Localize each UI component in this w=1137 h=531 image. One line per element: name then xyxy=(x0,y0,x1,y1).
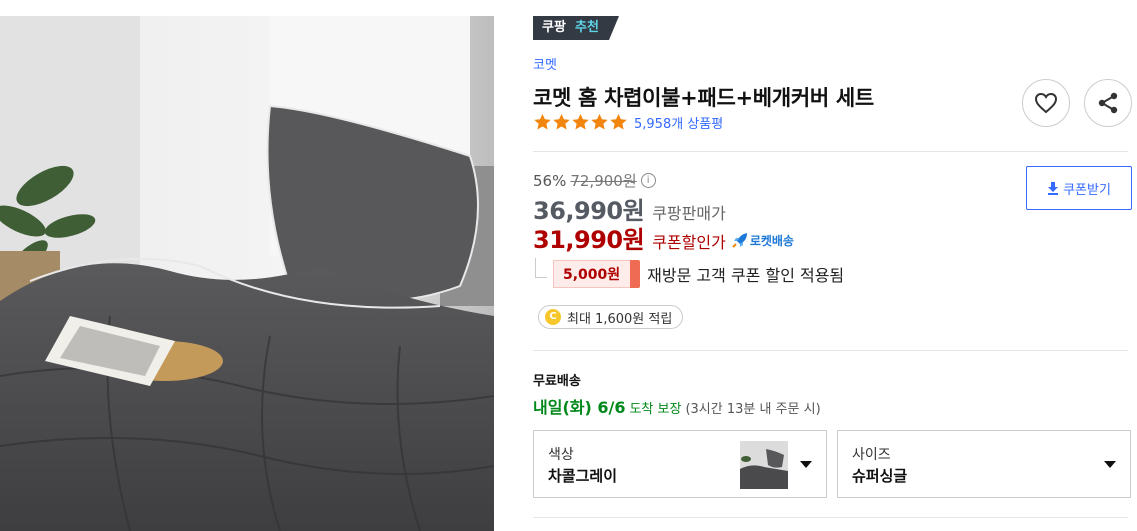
delivery-estimate: 내일(화) 6/6 도착 보장 (3시간 13분 내 주문 시) xyxy=(533,394,821,418)
original-price: 72,900원 xyxy=(570,172,637,190)
coupon-button-label: 쿠폰받기 xyxy=(1063,182,1111,198)
discount-row: 56% 72,900원 i xyxy=(533,170,656,191)
wishlist-button[interactable] xyxy=(1022,79,1070,127)
rocket-delivery-label: 로켓배송 xyxy=(749,233,794,248)
star-rating xyxy=(533,113,628,131)
badge-text-coupang: 쿠팡 xyxy=(542,20,566,35)
color-option-select[interactable]: 색상 차콜그레이 xyxy=(533,430,827,498)
divider xyxy=(533,517,1128,518)
arrival-guarantee: 도착 보장 xyxy=(629,402,682,417)
share-icon xyxy=(1098,92,1118,114)
coupon-price: 31,990원 xyxy=(533,226,645,254)
coupon-price-row: 31,990원 쿠폰할인가 로켓배송 xyxy=(533,220,794,255)
star-icon xyxy=(553,113,570,130)
product-title: 코멧 홈 차렵이불+패드+베개커버 세트 xyxy=(533,86,874,110)
color-option-label: 색상 xyxy=(548,447,574,463)
product-info-panel: 쿠팡 추천 코멧 코멧 홈 차렵이불+패드+베개커버 세트 5,958개 상품평… xyxy=(533,0,1133,531)
size-option-value: 슈퍼싱글 xyxy=(852,467,908,485)
review-count-link[interactable]: 5,958개 상품평 xyxy=(634,113,723,132)
revisit-coupon-row: 5,000원 재방문 고객 쿠폰 할인 적용됨 xyxy=(533,258,844,290)
product-image[interactable] xyxy=(0,16,494,531)
size-option-label: 사이즈 xyxy=(852,447,891,463)
badge-text-recommend: 추천 xyxy=(575,20,599,35)
brand-link[interactable]: 코멧 xyxy=(533,54,557,73)
elbow-connector xyxy=(535,258,547,278)
delivery-day: 내일(화) 6/6 xyxy=(533,398,626,417)
heart-icon xyxy=(1034,92,1058,114)
rocket-icon xyxy=(732,233,747,248)
color-option-value: 차콜그레이 xyxy=(548,467,618,485)
product-photo xyxy=(0,16,494,531)
download-icon xyxy=(1048,181,1059,195)
download-coupon-button[interactable]: 쿠폰받기 xyxy=(1026,166,1132,210)
star-icon xyxy=(572,113,589,130)
reward-points-text: 최대 1,600원 적립 xyxy=(567,311,673,327)
divider xyxy=(533,350,1128,351)
chevron-down-icon xyxy=(800,461,812,468)
discount-rate: 56% xyxy=(533,171,567,190)
revisit-coupon-amount: 5,000원 xyxy=(553,260,641,288)
rating-row[interactable]: 5,958개 상품평 xyxy=(533,112,723,132)
price-info-icon[interactable]: i xyxy=(640,173,656,188)
chevron-down-icon xyxy=(1104,461,1116,468)
star-icon xyxy=(610,113,627,130)
divider xyxy=(533,151,1128,152)
size-option-select[interactable]: 사이즈 슈퍼싱글 xyxy=(837,430,1131,498)
shipping-title: 무료배송 xyxy=(533,374,581,389)
coupang-recommend-badge: 쿠팡 추천 xyxy=(533,16,619,40)
revisit-coupon-text: 재방문 고객 쿠폰 할인 적용됨 xyxy=(647,266,845,285)
coupon-price-label: 쿠폰할인가 xyxy=(652,233,726,252)
reward-points-badge: C 최대 1,600원 적립 xyxy=(538,305,684,329)
coin-icon: C xyxy=(545,309,561,325)
thumbnail-photo xyxy=(740,441,788,489)
star-icon xyxy=(534,113,551,130)
share-button[interactable] xyxy=(1084,79,1132,127)
order-deadline-note: (3시간 13분 내 주문 시) xyxy=(685,402,821,417)
star-icon xyxy=(591,113,608,130)
color-option-thumbnail xyxy=(740,441,788,489)
rocket-delivery-badge: 로켓배송 xyxy=(732,232,794,249)
